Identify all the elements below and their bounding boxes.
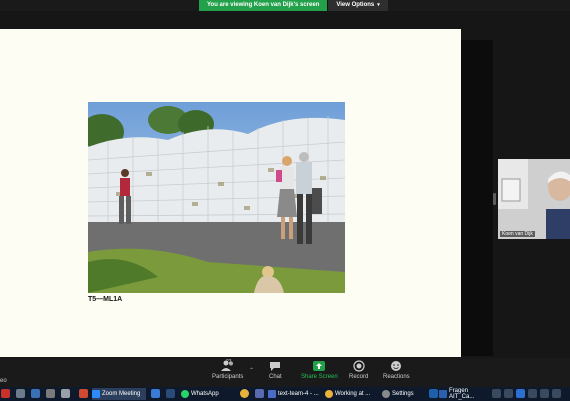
taskbar-working-at-label: Working at ... <box>335 391 371 397</box>
windows-taskbar: Zoom Meeting WhatsApp text-team-4 - ... … <box>0 387 570 401</box>
app-icon[interactable] <box>429 389 438 398</box>
taskbar-zoom-meeting-label: Zoom Meeting <box>102 391 141 397</box>
reactions-icon <box>391 361 402 371</box>
bluetooth-icon[interactable] <box>516 389 525 398</box>
zoom-icon <box>92 390 100 398</box>
view-options-button[interactable]: View Options ▾ <box>327 0 388 11</box>
participant-video-tile[interactable]: Koen van Dijk <box>498 159 570 239</box>
app-icon[interactable] <box>31 389 40 398</box>
chevron-down-icon: ▾ <box>377 2 380 8</box>
record-button[interactable]: Record <box>349 360 368 380</box>
taskbar-zoom-meeting[interactable]: Zoom Meeting <box>92 388 146 400</box>
chat-icon <box>270 362 281 371</box>
taskbar-fragen[interactable]: Fragen AIT_Ca... <box>439 388 489 400</box>
pdf-app-icon[interactable] <box>1 389 10 398</box>
wifi-icon[interactable] <box>540 389 549 398</box>
taskbar-whatsapp-label: WhatsApp <box>191 391 219 397</box>
tray-icon[interactable] <box>492 389 501 398</box>
participants-button[interactable]: 23 Participants <box>212 359 244 380</box>
app-icon[interactable] <box>79 389 88 398</box>
volume-icon[interactable] <box>552 389 561 398</box>
app-icon[interactable] <box>46 389 55 398</box>
participants-label: Participants <box>212 374 244 380</box>
panel-resize-handle[interactable] <box>493 193 496 205</box>
document-icon <box>268 390 276 398</box>
video-label-partial[interactable]: eo <box>0 378 7 384</box>
chat-label: Chat <box>269 374 282 380</box>
tray-icon[interactable] <box>504 389 513 398</box>
slide-photo <box>88 102 345 293</box>
chevron-up-icon[interactable]: ⌃ <box>249 367 254 374</box>
share-banner: You are viewing Koen van Dijk's screen V… <box>199 0 388 11</box>
app-icon[interactable] <box>151 389 160 398</box>
slide-caption: T5—ML1A <box>88 296 123 303</box>
document-icon <box>439 390 447 398</box>
app-icon[interactable] <box>255 389 264 398</box>
gear-icon <box>382 390 390 398</box>
viewing-screen-label: You are viewing Koen van Dijk's screen <box>199 0 328 11</box>
app-icon[interactable] <box>16 389 25 398</box>
tray-icon[interactable] <box>528 389 537 398</box>
chat-button[interactable]: Chat <box>269 360 282 380</box>
taskbar-working-at[interactable]: Working at ... <box>325 388 377 400</box>
share-screen-label: Share Screen <box>301 374 338 380</box>
taskbar-whatsapp[interactable]: WhatsApp <box>181 388 231 400</box>
meeting-toolbar: eo 23 Participants ⌃ Chat Share Screen R… <box>0 358 570 387</box>
app-icon[interactable] <box>61 389 70 398</box>
reactions-label: Reactions <box>383 374 410 380</box>
record-icon <box>353 360 365 372</box>
chrome-icon[interactable] <box>240 389 249 398</box>
participants-count: 23 <box>226 359 232 365</box>
share-screen-button[interactable]: Share Screen <box>301 360 338 380</box>
taskbar-text-team-label: text-team-4 - ... <box>278 391 319 397</box>
taskbar-text-team[interactable]: text-team-4 - ... <box>268 388 320 400</box>
record-label: Record <box>349 374 369 380</box>
view-options-label: View Options <box>336 2 375 8</box>
chrome-icon <box>325 390 333 398</box>
reactions-button[interactable]: Reactions <box>383 360 410 380</box>
taskbar-settings-label: Settings <box>392 391 414 397</box>
whatsapp-icon <box>181 390 189 398</box>
taskbar-fragen-label: Fragen AIT_Ca... <box>449 388 475 400</box>
slide-edge <box>461 40 493 356</box>
app-icon[interactable] <box>166 389 175 398</box>
participant-video-icon <box>498 159 570 239</box>
participant-name: Koen van Dijk <box>500 231 535 237</box>
taskbar-settings[interactable]: Settings <box>382 388 426 400</box>
share-screen-icon <box>313 361 326 371</box>
